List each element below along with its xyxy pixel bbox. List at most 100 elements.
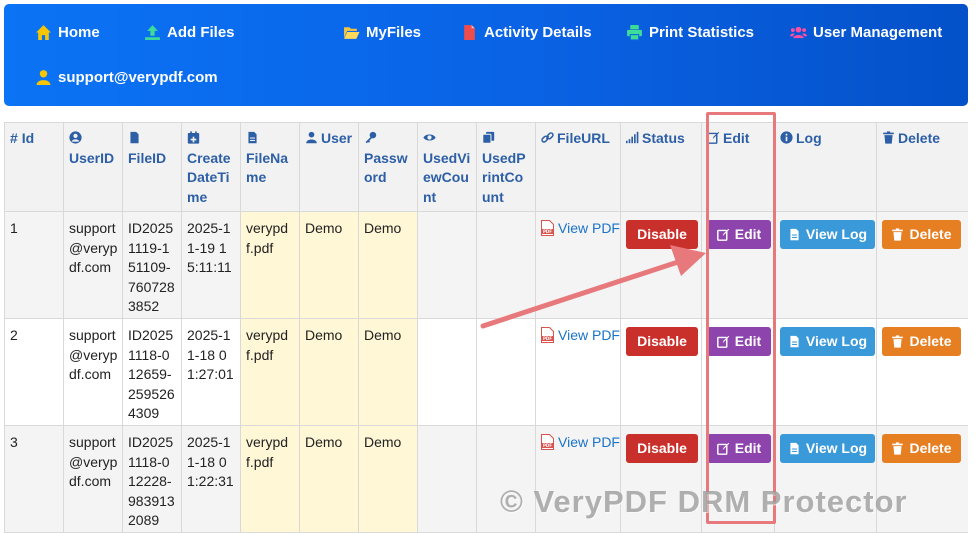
key-icon (365, 131, 377, 144)
view-pdf-link[interactable]: PDF View PDF (541, 326, 620, 346)
cell-used-view-count (417, 211, 477, 319)
edit-button[interactable]: Edit (707, 434, 771, 463)
header-file-url[interactable]: FileURL (535, 122, 621, 212)
nav-user-management-label: User Management (813, 24, 943, 41)
edit-button-label: Edit (734, 439, 762, 456)
header-create-date-time[interactable]: Create DateTime (181, 122, 241, 212)
nav-print-statistics[interactable]: Print Statistics (626, 24, 754, 41)
view-pdf-link[interactable]: PDF View PDF (541, 433, 620, 453)
cell-used-view-count (417, 318, 477, 426)
copy-icon (482, 131, 495, 144)
user-icon (36, 70, 51, 85)
cell-status: Disable (620, 425, 702, 533)
header-file-name[interactable]: FileName (240, 122, 300, 212)
delete-button-label: Delete (909, 225, 952, 242)
view-pdf-label: View PDF (558, 434, 620, 450)
cell-status: Disable (620, 211, 702, 319)
nav-add-files[interactable]: Add Files (144, 24, 235, 41)
disable-button[interactable]: Disable (626, 220, 698, 249)
view-pdf-link[interactable]: PDF View PDF (541, 219, 620, 239)
signal-icon (626, 131, 639, 144)
hash-icon: # (10, 130, 18, 146)
folder-open-icon (344, 27, 360, 39)
edit-icon (716, 228, 729, 241)
cell-edit: Edit (701, 318, 775, 426)
file-icon (130, 131, 139, 144)
nav-account[interactable]: support@verypdf.com (35, 69, 218, 86)
view-pdf-label: View PDF (558, 220, 620, 236)
cell-file-url: PDF View PDF (535, 211, 621, 319)
cell-file-name: verypdf.pdf (240, 425, 300, 533)
cell-user: Demo (299, 425, 359, 533)
edit-button[interactable]: Edit (707, 327, 771, 356)
file-text-icon (790, 228, 799, 241)
cell-user-id: support@verypdf.com (63, 318, 123, 426)
cell-file-name: verypdf.pdf (240, 318, 300, 426)
printer-icon (627, 25, 642, 41)
upload-icon (145, 25, 160, 40)
cell-password: Demo (358, 211, 418, 319)
header-used-print-count[interactable]: UsedPrintCount (476, 122, 536, 212)
cell-file-url: PDF View PDF (535, 425, 621, 533)
view-log-button[interactable]: View Log (780, 327, 875, 356)
edit-button-label: Edit (734, 332, 762, 349)
delete-button[interactable]: Delete (882, 434, 961, 463)
disable-button[interactable]: Disable (626, 327, 698, 356)
edit-button[interactable]: Edit (707, 220, 771, 249)
files-table-container: # Id UserID FileID Create DateTime FileN… (4, 122, 968, 534)
cell-user-id: support@verypdf.com (63, 425, 123, 533)
cell-file-id: ID20251118-012659-2595264309 (122, 318, 182, 426)
nav-add-files-label: Add Files (167, 24, 235, 41)
cell-status: Disable (620, 318, 702, 426)
header-user[interactable]: User (299, 122, 359, 212)
info-circle-icon (780, 131, 793, 144)
trash-icon (892, 335, 904, 348)
nav-activity-details[interactable]: Activity Details (461, 24, 592, 41)
header-delete[interactable]: Delete (876, 122, 968, 212)
cell-used-print-count (476, 318, 536, 426)
view-log-button[interactable]: View Log (780, 220, 875, 249)
header-file-id[interactable]: FileID (122, 122, 182, 212)
nav-account-label: support@verypdf.com (58, 69, 218, 86)
header-status[interactable]: Status (620, 122, 702, 212)
delete-button[interactable]: Delete (882, 220, 961, 249)
header-id[interactable]: # Id (4, 122, 64, 212)
cell-used-view-count (417, 425, 477, 533)
trash-icon (883, 131, 894, 144)
file-icon (464, 25, 475, 40)
nav-home[interactable]: Home (35, 24, 100, 41)
cell-edit: Edit (701, 425, 775, 533)
nav-my-files-label: MyFiles (366, 24, 422, 41)
edit-button-label: Edit (734, 225, 762, 242)
view-log-label: View Log (805, 332, 868, 349)
pdf-file-icon: PDF (541, 434, 554, 450)
cell-user: Demo (299, 211, 359, 319)
cell-create-date-time: 2025-11-18 01:22:31 (181, 425, 241, 533)
header-password[interactable]: Password (358, 122, 418, 212)
cell-used-print-count (476, 425, 536, 533)
delete-button[interactable]: Delete (882, 327, 961, 356)
nav-activity-details-label: Activity Details (484, 24, 592, 41)
file-text-icon (248, 131, 257, 144)
header-edit[interactable]: Edit (701, 122, 775, 212)
disable-button[interactable]: Disable (626, 434, 698, 463)
cell-log: View Log (774, 425, 877, 533)
header-user-id[interactable]: UserID (63, 122, 123, 212)
header-log[interactable]: Log (774, 122, 877, 212)
cell-password: Demo (358, 318, 418, 426)
nav-user-management[interactable]: User Management (790, 24, 942, 41)
home-icon (36, 25, 51, 40)
pdf-file-icon: PDF (541, 220, 554, 236)
nav-home-label: Home (58, 24, 100, 41)
file-text-icon (790, 335, 799, 348)
cell-id: 2 (4, 318, 64, 426)
view-pdf-label: View PDF (558, 327, 620, 343)
cell-id: 1 (4, 211, 64, 319)
nav-my-files[interactable]: MyFiles (343, 24, 421, 41)
table-header-row: # Id UserID FileID Create DateTime FileN… (4, 122, 968, 212)
header-used-view-count[interactable]: UsedViewCount (417, 122, 477, 212)
view-log-button[interactable]: View Log (780, 434, 875, 463)
cell-delete: Delete (876, 425, 968, 533)
user-icon (306, 131, 317, 144)
cell-file-name: verypdf.pdf (240, 211, 300, 319)
